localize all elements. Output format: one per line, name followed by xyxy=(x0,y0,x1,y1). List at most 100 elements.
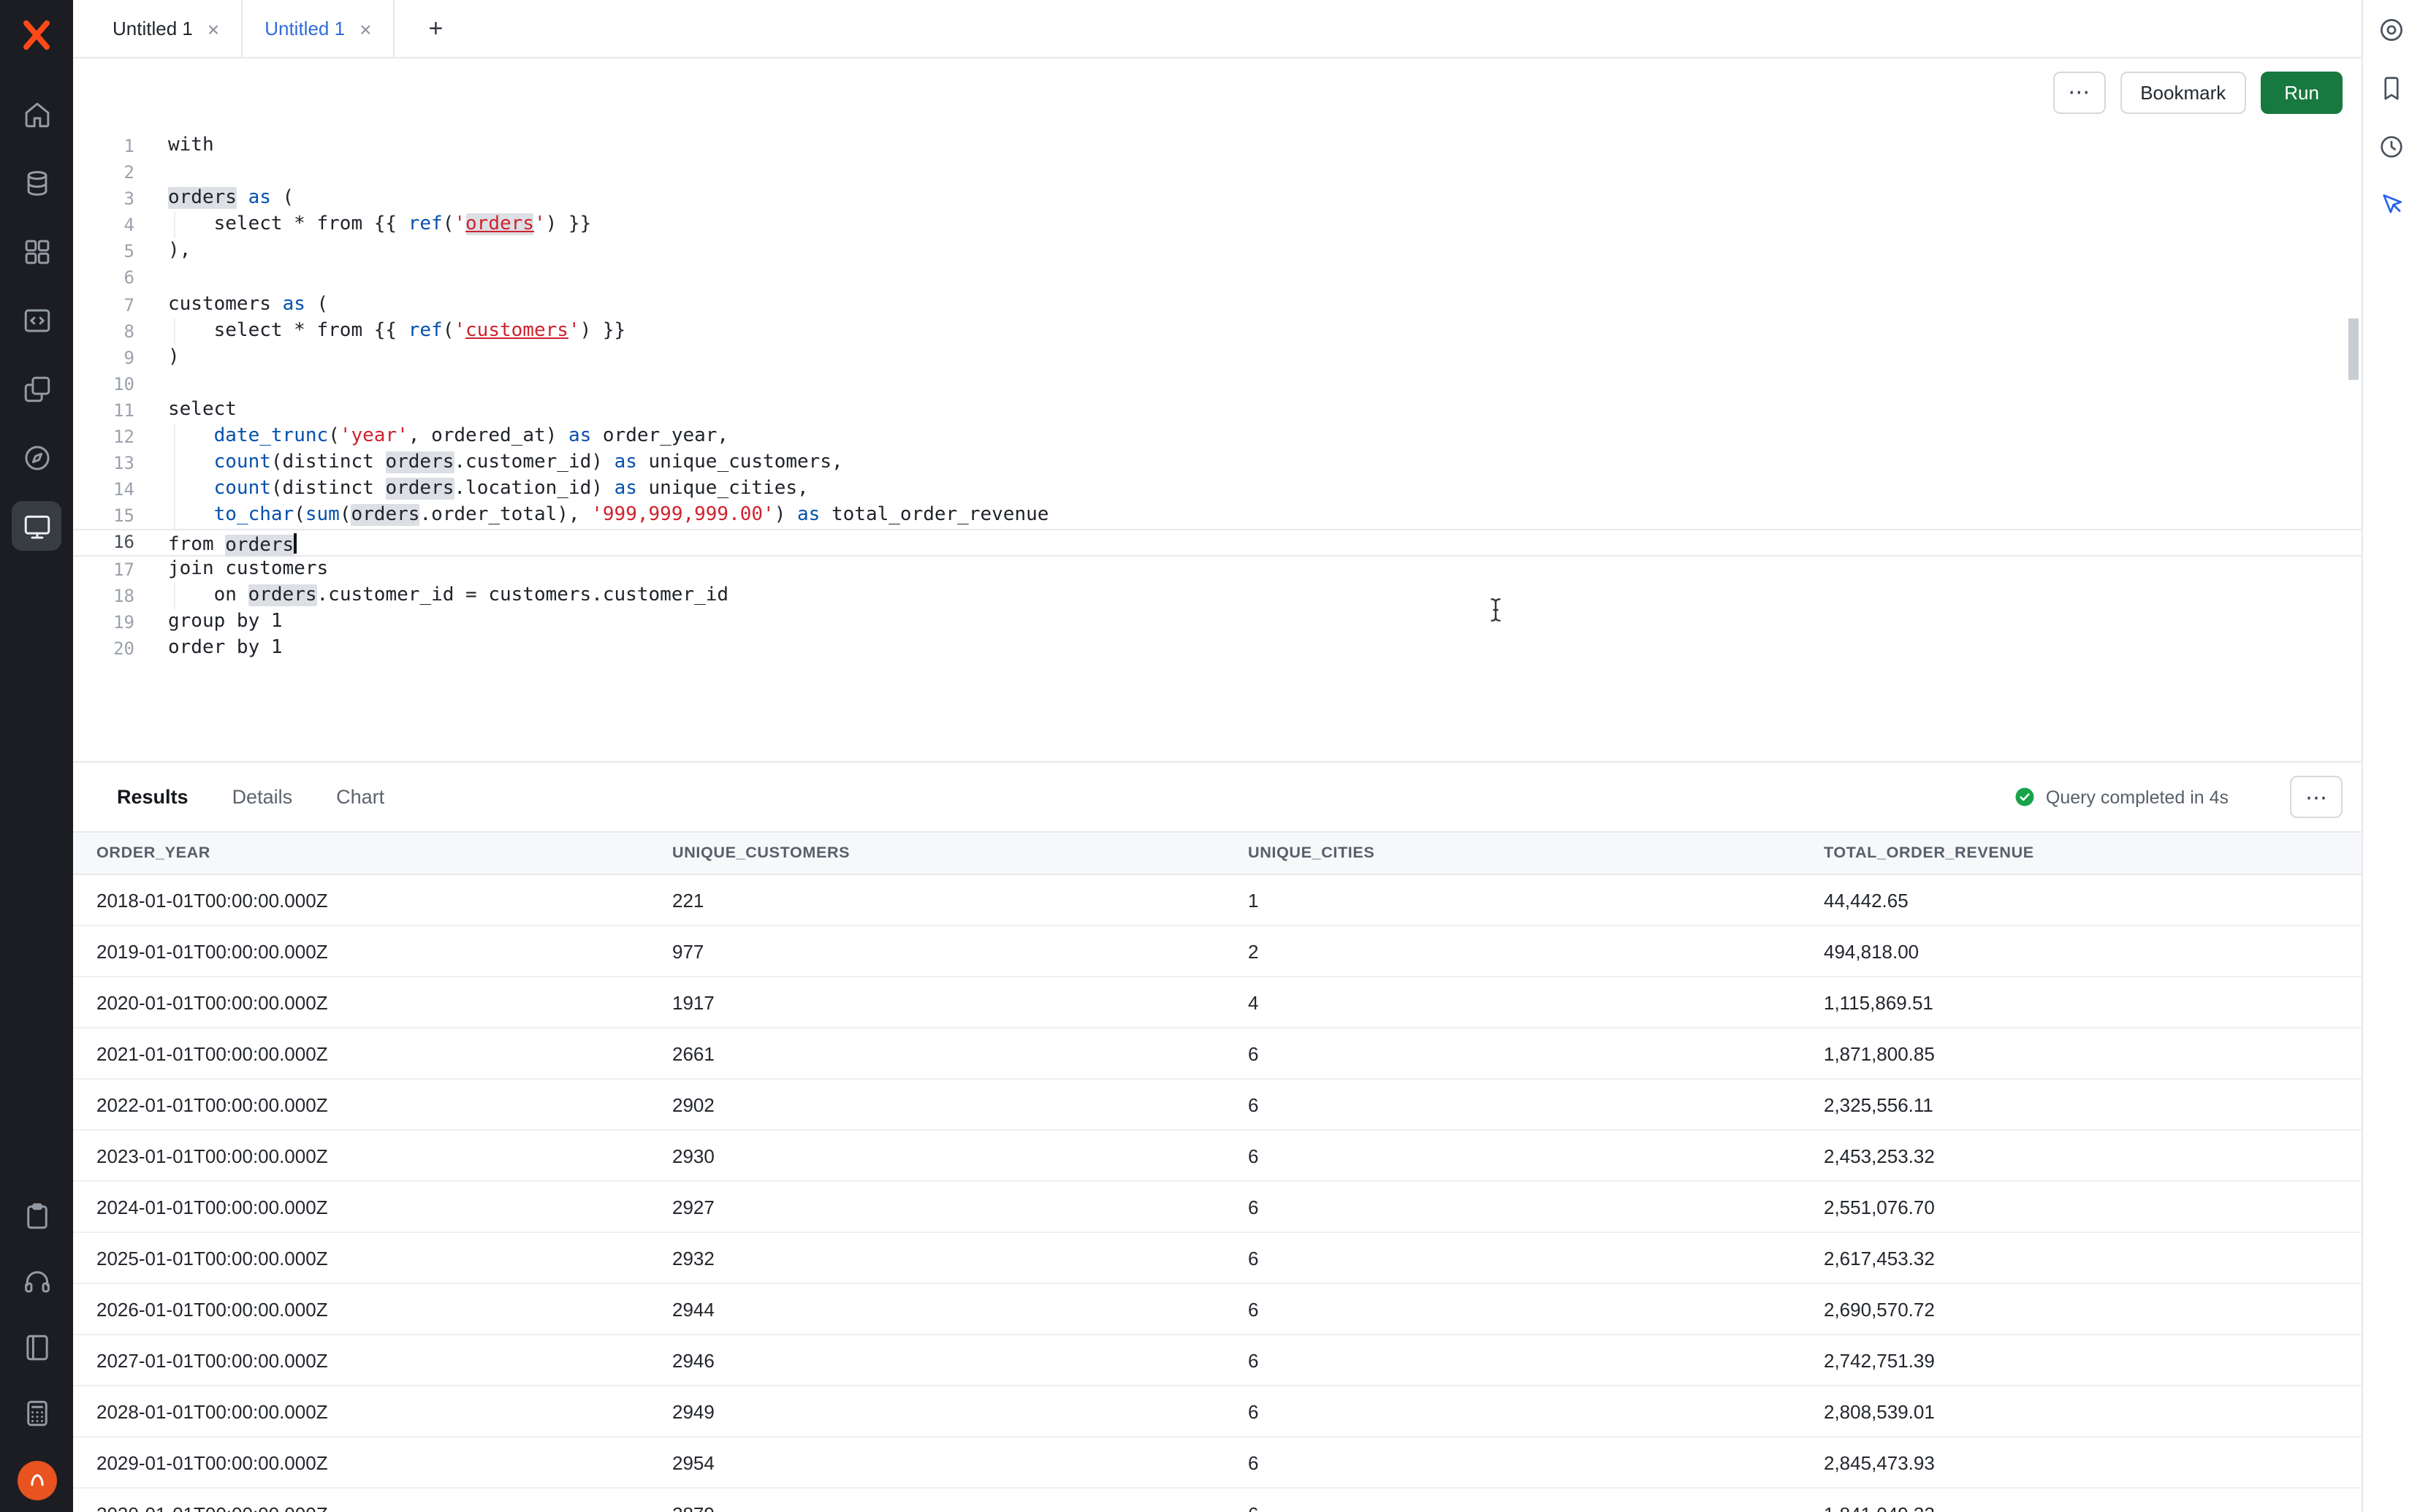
rightbar-cursor-click-button[interactable] xyxy=(2373,186,2411,224)
editor-line[interactable]: 11select xyxy=(73,397,2362,424)
table-row[interactable]: 2020-01-01T00:00:00.000Z191741,115,869.5… xyxy=(73,977,2362,1028)
editor-line[interactable]: 9) xyxy=(73,345,2362,371)
copilot-icon xyxy=(2378,15,2405,43)
rightbar-bookmark-button[interactable] xyxy=(2373,69,2411,107)
table-cell: 2021-01-01T00:00:00.000Z xyxy=(73,1042,649,1064)
sidebar-notebook-button[interactable] xyxy=(12,1322,61,1372)
table-row[interactable]: 2022-01-01T00:00:00.000Z290262,325,556.1… xyxy=(73,1080,2362,1131)
table-cell: 2,617,453.32 xyxy=(1800,1247,2362,1269)
results-tab-results[interactable]: Results xyxy=(117,786,189,808)
table-cell: 2,845,473.93 xyxy=(1800,1451,2362,1473)
editor-scrollbar[interactable] xyxy=(2347,126,2360,761)
bookmark-button[interactable]: Bookmark xyxy=(2120,71,2246,113)
tab-label: Untitled 1 xyxy=(265,18,345,39)
results-tab-details[interactable]: Details xyxy=(232,786,293,808)
table-row[interactable]: 2027-01-01T00:00:00.000Z294662,742,751.3… xyxy=(73,1335,2362,1386)
table-cell: 2 xyxy=(1225,940,1800,962)
tab-close-icon[interactable]: × xyxy=(359,18,371,39)
editor-line[interactable]: 4 select * from {{ ref('orders') }} xyxy=(73,213,2362,239)
sidebar-calculator-button[interactable] xyxy=(12,1388,61,1437)
sidebar-layers-button[interactable] xyxy=(12,364,61,413)
line-number: 17 xyxy=(73,556,155,582)
table-row[interactable]: 2023-01-01T00:00:00.000Z293062,453,253.3… xyxy=(73,1131,2362,1182)
layers-icon xyxy=(21,373,52,404)
editor-line[interactable]: 7customers as ( xyxy=(73,291,2362,318)
line-number: 4 xyxy=(73,213,155,239)
table-row[interactable]: 2018-01-01T00:00:00.000Z221144,442.65 xyxy=(73,875,2362,926)
results-tab-list: Results Details Chart xyxy=(117,786,384,808)
sidebar-clipboard-button[interactable] xyxy=(12,1191,61,1240)
table-cell: 2029-01-01T00:00:00.000Z xyxy=(73,1451,649,1473)
results-more-button[interactable]: ⋯ xyxy=(2290,776,2343,818)
table-row[interactable]: 2019-01-01T00:00:00.000Z9772494,818.00 xyxy=(73,926,2362,977)
editor-line[interactable]: 1with xyxy=(73,133,2362,159)
editor-line[interactable]: 13 count(distinct orders.customer_id) as… xyxy=(73,450,2362,476)
run-button[interactable]: Run xyxy=(2261,71,2343,113)
sidebar-terminal-button[interactable] xyxy=(12,501,61,551)
editor-toolbar: ⋯ Bookmark Run xyxy=(73,58,2362,126)
editor-line[interactable]: 16from orders xyxy=(73,530,2362,556)
table-row[interactable]: 2024-01-01T00:00:00.000Z292762,551,076.7… xyxy=(73,1182,2362,1233)
table-cell: 2019-01-01T00:00:00.000Z xyxy=(73,940,649,962)
column-header[interactable]: ORDER_YEAR xyxy=(73,844,649,862)
sidebar-headset-button[interactable] xyxy=(12,1256,61,1306)
bookmark-icon xyxy=(2378,74,2405,102)
table-row[interactable]: 2021-01-01T00:00:00.000Z266161,871,800.8… xyxy=(73,1028,2362,1080)
sidebar-code-editor-button[interactable] xyxy=(12,295,61,345)
table-cell: 6 xyxy=(1225,1503,1800,1512)
tab-list: Untitled 1×Untitled 1× xyxy=(91,0,395,57)
sidebar-grid-button[interactable] xyxy=(12,226,61,276)
editor-scrollbar-thumb[interactable] xyxy=(2348,318,2359,380)
table-cell: 977 xyxy=(649,940,1225,962)
column-header[interactable]: UNIQUE_CUSTOMERS xyxy=(649,844,1225,862)
table-row[interactable]: 2025-01-01T00:00:00.000Z293262,617,453.3… xyxy=(73,1233,2362,1284)
code-editor[interactable]: 1with23orders as (4 select * from {{ ref… xyxy=(73,126,2362,761)
table-row[interactable]: 2026-01-01T00:00:00.000Z294462,690,570.7… xyxy=(73,1284,2362,1335)
column-header[interactable]: UNIQUE_CITIES xyxy=(1225,844,1800,862)
editor-line[interactable]: 15 to_char(sum(orders.order_total), '999… xyxy=(73,503,2362,530)
user-avatar[interactable] xyxy=(17,1461,56,1500)
code-text: select * from {{ ref('customers') }} xyxy=(155,318,625,344)
editor-line[interactable]: 2 xyxy=(73,159,2362,186)
rightbar-copilot-button[interactable] xyxy=(2373,10,2411,48)
table-cell: 6 xyxy=(1225,1349,1800,1371)
table-row[interactable]: 2030-01-01T00:00:00.000Z287961,841,049.3… xyxy=(73,1489,2362,1512)
results-tab-chart[interactable]: Chart xyxy=(336,786,384,808)
more-actions-button[interactable]: ⋯ xyxy=(2052,71,2105,113)
sidebar-compass-button[interactable] xyxy=(12,432,61,482)
editor-line[interactable]: 8 select * from {{ ref('customers') }} xyxy=(73,318,2362,344)
editor-line[interactable]: 17join customers xyxy=(73,556,2362,582)
table-cell: 2022-01-01T00:00:00.000Z xyxy=(73,1093,649,1115)
table-row[interactable]: 2029-01-01T00:00:00.000Z295462,845,473.9… xyxy=(73,1437,2362,1489)
editor-line[interactable]: 19group by 1 xyxy=(73,608,2362,635)
code-text: customers as ( xyxy=(155,291,328,318)
editor-line[interactable]: 5), xyxy=(73,239,2362,265)
code-text: select xyxy=(155,397,237,424)
editor-line[interactable]: 10 xyxy=(73,371,2362,397)
editor-line[interactable]: 20order by 1 xyxy=(73,635,2362,662)
line-number: 7 xyxy=(73,291,155,318)
sidebar-database-button[interactable] xyxy=(12,158,61,207)
main-area: Untitled 1×Untitled 1× + ⋯ Bookmark Run … xyxy=(73,0,2362,1512)
editor-tab-2[interactable]: Untitled 1 × xyxy=(243,0,395,57)
table-row[interactable]: 2028-01-01T00:00:00.000Z294962,808,539.0… xyxy=(73,1386,2362,1437)
editor-line[interactable]: 3orders as ( xyxy=(73,186,2362,212)
editor-line[interactable]: 14 count(distinct orders.location_id) as… xyxy=(73,476,2362,503)
editor-line[interactable]: 18 on orders.customer_id = customers.cus… xyxy=(73,582,2362,608)
editor-line[interactable]: 6 xyxy=(73,265,2362,291)
code-text: count(distinct orders.location_id) as un… xyxy=(155,476,809,503)
table-cell: 2954 xyxy=(649,1451,1225,1473)
column-header[interactable]: TOTAL_ORDER_REVENUE xyxy=(1800,844,2362,862)
table-cell: 4 xyxy=(1225,991,1800,1013)
sidebar-home-button[interactable] xyxy=(12,89,61,139)
code-text xyxy=(155,371,168,397)
editor-tab-1[interactable]: Untitled 1× xyxy=(91,0,243,57)
editor-line[interactable]: 12 date_trunc('year', ordered_at) as ord… xyxy=(73,424,2362,450)
cursor-click-icon xyxy=(2378,191,2405,218)
table-cell: 2,690,570.72 xyxy=(1800,1298,2362,1320)
tab-close-icon[interactable]: × xyxy=(208,18,219,39)
code-text: select * from {{ ref('orders') }} xyxy=(155,213,591,239)
line-number: 16 xyxy=(73,531,155,554)
new-tab-button[interactable]: + xyxy=(418,11,453,46)
rightbar-history-button[interactable] xyxy=(2373,127,2411,165)
